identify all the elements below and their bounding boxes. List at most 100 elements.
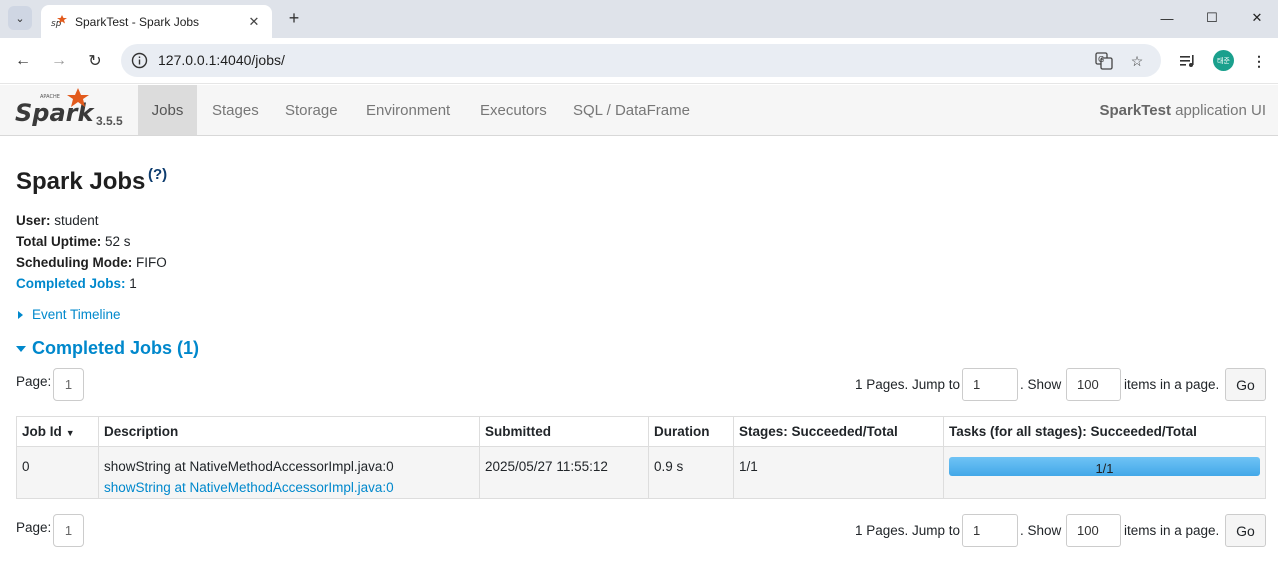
nav-tab-storage[interactable]: Storage (285, 85, 338, 135)
col-header-label: Description (104, 424, 179, 439)
sort-desc-icon: ▼ (65, 428, 75, 438)
minimize-icon[interactable]: — (1155, 6, 1179, 30)
browser-toolbar: ← → ↻ 127.0.0.1:4040/jobs/ G ☆ 태준 ⋮ (0, 38, 1278, 84)
col-tasks[interactable]: Tasks (for all stages): Succeeded/Total (943, 416, 1266, 447)
event-timeline-toggle[interactable]: Event Timeline (16, 307, 121, 322)
app-name: SparkTest application UI (1100, 102, 1266, 119)
uptime-label: Total Uptime: (16, 234, 102, 249)
cell-submitted: 2025/05/27 11:55:12 (479, 446, 649, 499)
col-header-label: Submitted (485, 424, 551, 439)
bookmark-star-icon[interactable]: ☆ (1127, 51, 1147, 71)
go-button[interactable]: Go (1225, 514, 1266, 547)
go-button[interactable]: Go (1225, 368, 1266, 401)
nav-tab-jobs[interactable]: Jobs (138, 85, 197, 135)
new-tab-icon[interactable]: + (283, 7, 305, 29)
tasks-progress-label: 1/1 (1095, 461, 1114, 476)
nav-tab-executors[interactable]: Executors (480, 85, 547, 135)
description-text: showString at NativeMethodAccessorImpl.j… (104, 459, 394, 474)
nav-tab-label: Jobs (151, 101, 184, 119)
browser-tab-strip: ⌄ sp SparkTest - Spark Jobs ✕ + — ☐ ✕ (0, 0, 1278, 38)
spark-version: 3.5.5 (96, 114, 123, 128)
reload-icon[interactable]: ↻ (83, 49, 107, 73)
page-label: Page: (16, 520, 52, 535)
pager-top: Page: 1 1 Pages. Jump to 1 . Show 100 it… (16, 368, 1266, 402)
back-icon[interactable]: ← (11, 49, 35, 73)
svg-text:G: G (1098, 55, 1104, 64)
browser-tab[interactable]: sp SparkTest - Spark Jobs ✕ (41, 5, 272, 38)
nav-tab-stages[interactable]: Stages (212, 85, 259, 135)
cell-description: showString at NativeMethodAccessorImpl.j… (98, 446, 480, 499)
address-bar[interactable]: 127.0.0.1:4040/jobs/ G ☆ (121, 44, 1161, 77)
pages-text: 1 Pages. Jump to (855, 523, 961, 538)
jump-to-page-input[interactable]: 1 (962, 368, 1018, 401)
page-label: Page: (16, 374, 52, 389)
scheduling-mode-value: FIFO (132, 255, 167, 270)
pager-bottom: Page: 1 1 Pages. Jump to 1 . Show 100 it… (16, 514, 1266, 548)
show-text: . Show (1020, 377, 1062, 392)
spark-navbar: APACHE Spark 3.5.5 Jobs Stages Storage E… (0, 85, 1278, 136)
nav-tab-label: Stages (212, 101, 259, 119)
job-summary: User: student Total Uptime: 52 s Schedul… (16, 210, 167, 294)
col-duration[interactable]: Duration (648, 416, 734, 447)
pages-text: 1 Pages. Jump to (855, 377, 961, 392)
spark-logo[interactable]: APACHE Spark (14, 88, 104, 130)
spark-favicon-icon: sp (51, 14, 67, 30)
cell-tasks: 1/1 (943, 446, 1266, 499)
nav-tab-label: Environment (366, 101, 451, 119)
completed-jobs-section-toggle[interactable]: Completed Jobs (1) (16, 338, 199, 359)
cell-stages: 1/1 (733, 446, 944, 499)
media-controls-icon[interactable] (1177, 50, 1199, 72)
page-size-input[interactable]: 100 (1066, 368, 1121, 401)
maximize-icon[interactable]: ☐ (1200, 6, 1224, 30)
col-header-label: Stages: Succeeded/Total (739, 424, 898, 439)
col-description[interactable]: Description (98, 416, 480, 447)
table-row: 0 showString at NativeMethodAccessorImpl… (16, 446, 1266, 499)
jump-to-page-input[interactable]: 1 (962, 514, 1018, 547)
browser-menu-icon[interactable]: ⋮ (1248, 50, 1270, 72)
col-job-id[interactable]: Job Id ▼ (16, 416, 99, 447)
app-name-bold: SparkTest (1099, 102, 1171, 119)
caret-down-icon (16, 346, 26, 353)
items-text: items in a page. (1124, 377, 1220, 392)
page-number-button[interactable]: 1 (53, 514, 84, 547)
page-number-button[interactable]: 1 (53, 368, 84, 401)
tab-title: SparkTest - Spark Jobs (75, 14, 200, 29)
col-header-label: Tasks (for all stages): Succeeded/Total (949, 424, 1197, 439)
items-text: items in a page. (1124, 523, 1220, 538)
nav-tab-label: Storage (285, 101, 338, 119)
app-name-suffix: application UI (1170, 102, 1266, 119)
show-text: . Show (1020, 523, 1062, 538)
event-timeline-label: Event Timeline (32, 307, 121, 322)
cell-job-id: 0 (16, 446, 99, 499)
window-close-icon[interactable]: ✕ (1245, 6, 1269, 30)
help-link[interactable]: (?) (148, 166, 167, 183)
completed-jobs-link[interactable]: Completed Jobs: (16, 276, 126, 291)
translate-icon[interactable]: G (1094, 51, 1114, 71)
scheduling-mode-label: Scheduling Mode: (16, 255, 133, 270)
nav-tab-label: SQL / DataFrame (573, 101, 690, 119)
description-link[interactable]: showString at NativeMethodAccessorImpl.j… (104, 477, 474, 498)
col-stages[interactable]: Stages: Succeeded/Total (733, 416, 944, 447)
col-submitted[interactable]: Submitted (479, 416, 649, 447)
forward-icon[interactable]: → (47, 49, 71, 73)
nav-tab-label: Executors (480, 101, 547, 119)
user-label: User: (16, 213, 51, 228)
cell-duration: 0.9 s (648, 446, 734, 499)
site-info-icon[interactable] (131, 52, 148, 69)
profile-avatar[interactable]: 태준 (1213, 50, 1234, 71)
col-header-label: Job Id (22, 424, 62, 439)
jobs-table: Job Id ▼ Description Submitted Duration S… (16, 416, 1266, 499)
tab-close-icon[interactable]: ✕ (244, 12, 264, 32)
nav-tab-sql-dataframe[interactable]: SQL / DataFrame (573, 85, 690, 135)
user-value: student (50, 213, 99, 228)
tasks-progress-bar: 1/1 (949, 457, 1260, 476)
page-title: Spark Jobs (16, 168, 146, 195)
col-header-label: Duration (654, 424, 710, 439)
page-size-input[interactable]: 100 (1066, 514, 1121, 547)
tab-search-chevron-icon[interactable]: ⌄ (8, 6, 32, 30)
url-text[interactable]: 127.0.0.1:4040/jobs/ (158, 52, 285, 68)
uptime-value: 52 s (101, 234, 131, 249)
section-title: Completed Jobs (1) (32, 338, 200, 358)
completed-jobs-count: 1 (125, 276, 137, 291)
nav-tab-environment[interactable]: Environment (366, 85, 450, 135)
